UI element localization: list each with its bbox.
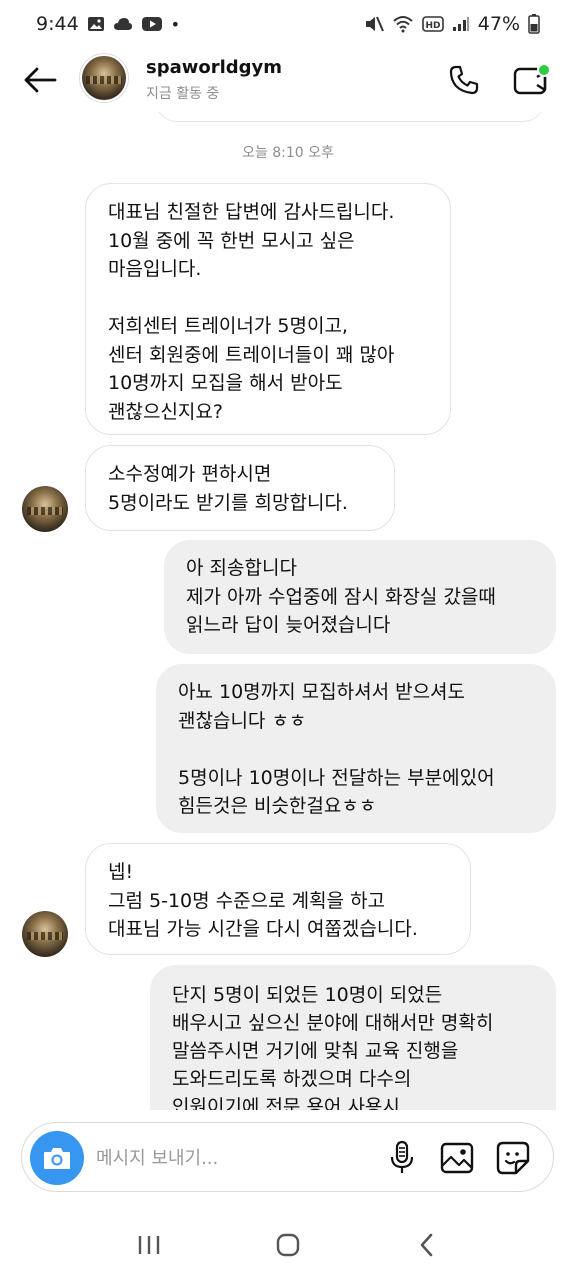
home-button[interactable] [258, 1220, 318, 1270]
wifi-icon [392, 15, 414, 33]
message-thread[interactable]: 오늘 8:10 오후 대표님 친절한 답변에 감사드립니다. 10월 중에 꼭 … [0, 112, 576, 1110]
sticker-button[interactable] [494, 1139, 532, 1177]
system-back-button[interactable] [397, 1220, 457, 1270]
sticker-icon [496, 1141, 530, 1175]
sender-avatar[interactable] [22, 911, 68, 957]
svg-text:HD: HD [425, 21, 440, 31]
message-bubble-outgoing[interactable]: 단지 5명이 되었든 10명이 되었든 배우시고 싶으신 분야에 대해서만 명확… [150, 965, 556, 1110]
message-bubble-outgoing[interactable]: 아 죄송합니다 제가 아까 수업중에 잠시 화장실 갔을때 읽느라 답이 늦어졌… [164, 540, 556, 654]
activity-status: 지금 활동 중 [146, 86, 220, 102]
recent-apps-button[interactable] [119, 1220, 179, 1270]
status-dot: • [170, 14, 181, 34]
message-input[interactable] [96, 1143, 366, 1173]
youtube-icon [141, 16, 163, 32]
avatar-image [82, 56, 126, 100]
status-time: 9:44 [36, 13, 79, 35]
phone-icon [449, 65, 479, 95]
message-composer [21, 1122, 554, 1192]
signal-icon [452, 16, 470, 32]
previous-message-bubble [155, 112, 545, 122]
microphone-icon [390, 1140, 414, 1173]
arrow-left-icon [24, 67, 57, 93]
message-timestamp: 오늘 8:10 오후 [242, 145, 334, 161]
hd-icon: HD [421, 16, 444, 32]
gallery-button[interactable] [438, 1139, 476, 1177]
chevron-left-icon [420, 1233, 432, 1257]
gallery-icon [440, 1142, 474, 1174]
voice-message-button[interactable] [383, 1139, 421, 1177]
message-bubble-incoming[interactable]: 소수정예가 편하시면 5명이라도 받기를 희망합니다. [85, 445, 395, 531]
message-bubble-incoming[interactable]: 대표님 친절한 답변에 감사드립니다. 10월 중에 꼭 한번 모시고 싶은 마… [85, 183, 451, 435]
avatar-image [22, 911, 68, 957]
camera-button[interactable] [30, 1131, 84, 1185]
video-call-icon [513, 63, 551, 95]
chat-header: spaworldgym 지금 활동 중 [0, 48, 576, 112]
system-navigation-bar [0, 1210, 576, 1280]
sender-avatar[interactable] [22, 486, 68, 532]
home-icon [276, 1233, 300, 1257]
message-bubble-outgoing[interactable]: 아뇨 10명까지 모집하셔서 받으셔도 괜찮습니다 ㅎㅎ 5명이나 10명이나 … [156, 664, 556, 833]
cloud-icon [113, 17, 133, 31]
camera-icon [44, 1148, 70, 1169]
battery-percent: 47% [477, 13, 520, 35]
profile-avatar[interactable] [79, 53, 129, 103]
chat-username[interactable]: spaworldgym [146, 57, 282, 78]
status-bar-left: 9:44 • [36, 13, 180, 35]
audio-call-button[interactable] [444, 62, 484, 98]
status-bar-right: HD 47% [364, 13, 540, 35]
gallery-notification-icon [87, 16, 105, 32]
status-bar: 9:44 • HD 47% [0, 0, 576, 48]
video-call-button[interactable] [512, 62, 552, 98]
recent-apps-icon [139, 1236, 160, 1254]
avatar-image [22, 486, 68, 532]
mute-icon [364, 15, 384, 33]
back-button[interactable] [18, 60, 62, 100]
message-bubble-incoming[interactable]: 넵! 그럼 5-10명 수준으로 계획을 하고 대표님 가능 시간을 다시 여쭙… [85, 843, 471, 955]
battery-icon [528, 14, 540, 34]
